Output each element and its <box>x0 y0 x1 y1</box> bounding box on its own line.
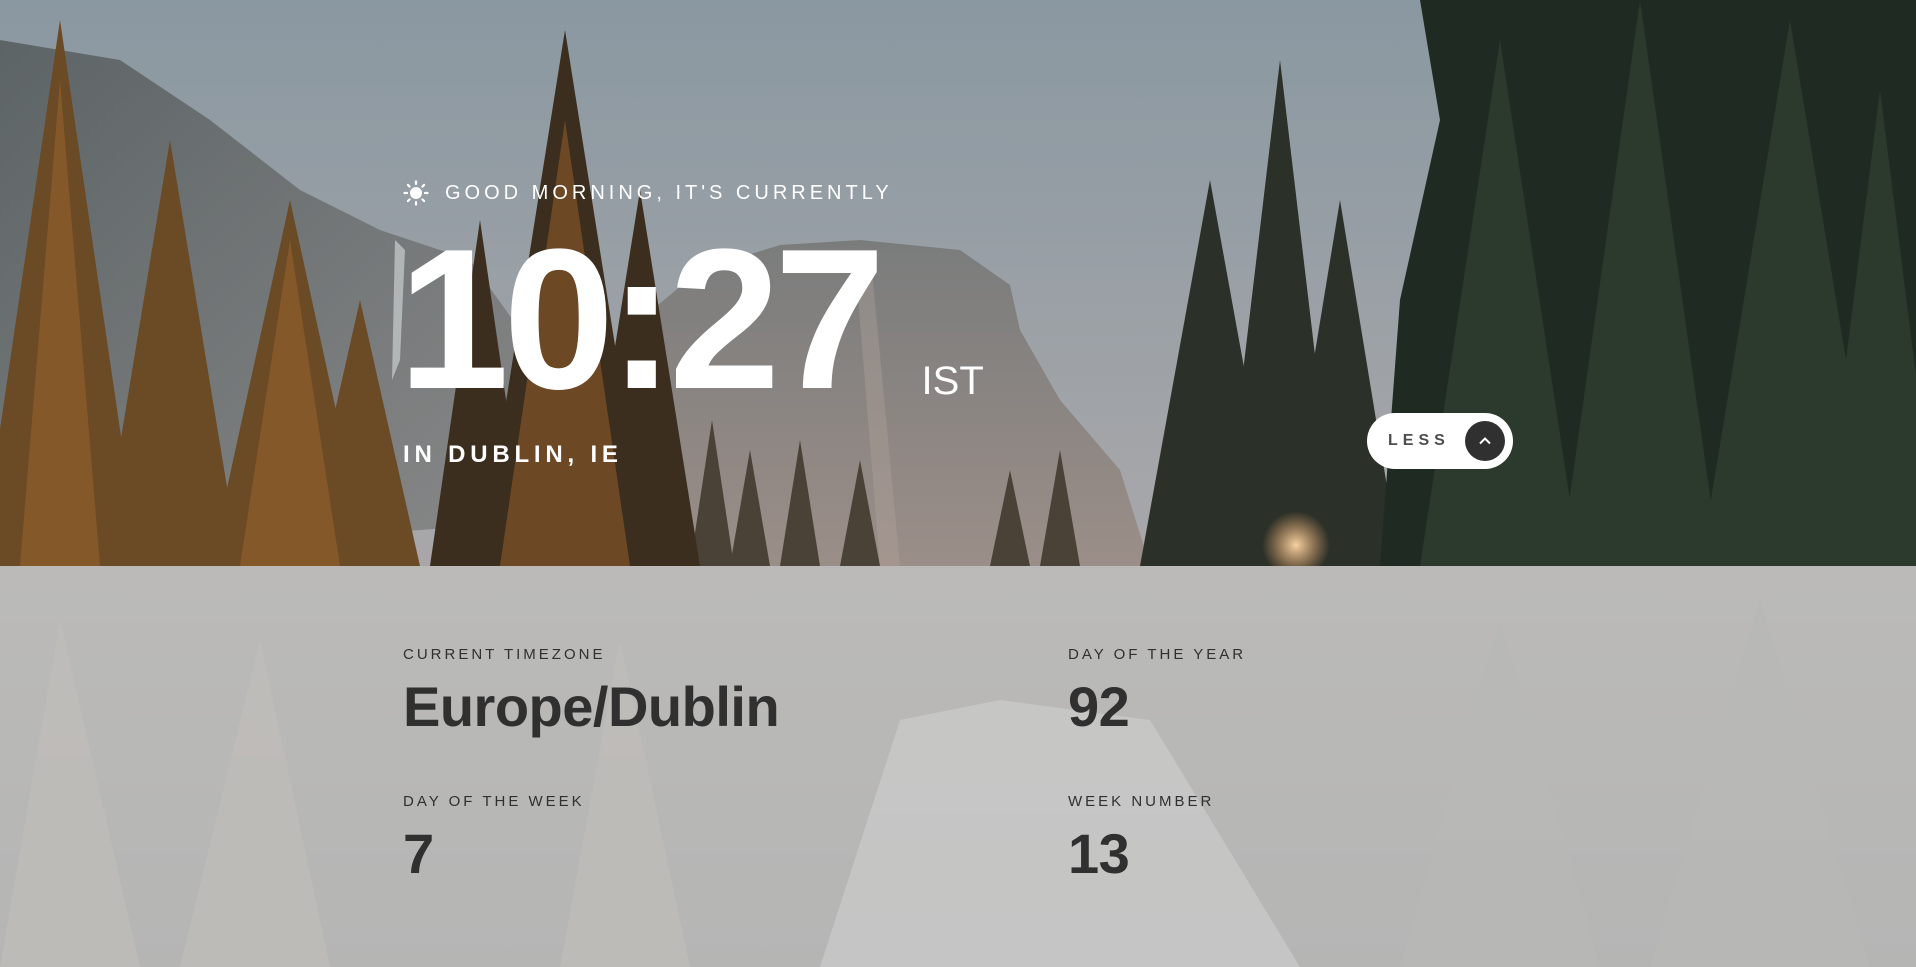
location: IN DUBLIN, IE <box>403 441 623 468</box>
details-panel: CURRENT TIMEZONE Europe/Dublin DAY OF TH… <box>0 566 1916 967</box>
less-button-label: LESS <box>1388 432 1450 449</box>
detail-label: DAY OF THE WEEK <box>403 793 585 810</box>
toggle-circle <box>1465 421 1505 461</box>
detail-label: WEEK NUMBER <box>1068 793 1215 810</box>
detail-day-of-week: DAY OF THE WEEK 7 <box>403 793 585 882</box>
detail-label: CURRENT TIMEZONE <box>403 646 606 663</box>
detail-week-number: WEEK NUMBER 13 <box>1068 793 1214 882</box>
chevron-up-icon <box>1479 437 1491 445</box>
less-button[interactable]: LESS <box>1367 413 1513 469</box>
detail-current-timezone: CURRENT TIMEZONE Europe/Dublin <box>403 646 780 738</box>
sun-icon <box>403 180 429 206</box>
detail-value: 13 <box>1068 822 1130 885</box>
hero-section: GOOD MORNING, IT'S CURRENTLY 10:27 IST I… <box>0 0 1916 566</box>
detail-day-of-year: DAY OF THE YEAR 92 <box>1068 646 1246 735</box>
greeting: GOOD MORNING, IT'S CURRENTLY <box>403 180 893 206</box>
detail-value: 92 <box>1068 675 1130 738</box>
detail-value: Europe/Dublin <box>403 675 780 738</box>
timezone-abbreviation: IST <box>921 359 984 403</box>
detail-label: DAY OF THE YEAR <box>1068 646 1247 663</box>
clock: 10:27 IST <box>398 220 984 420</box>
current-time: 10:27 <box>398 208 886 431</box>
greeting-text: GOOD MORNING, IT'S CURRENTLY <box>445 181 893 204</box>
detail-value: 7 <box>403 822 434 885</box>
